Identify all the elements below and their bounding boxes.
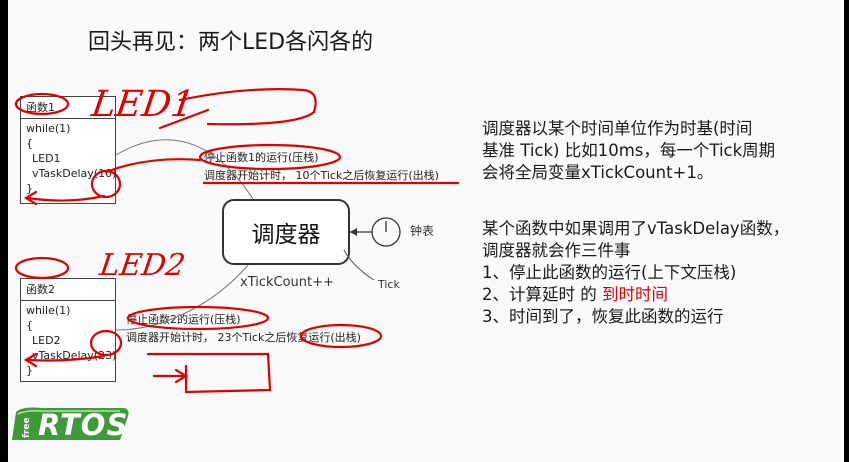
- circle-func2-header: [14, 256, 70, 280]
- slide: 回头再见：两个LED各闪各的 函数1 while(1) { LED1 vTask…: [8, 0, 844, 462]
- arrow-to-func1-note: [104, 158, 202, 174]
- circle-delay-23: [89, 329, 123, 357]
- handwritten-led1-box: [178, 88, 317, 126]
- circle-func1-header: [14, 92, 70, 116]
- clock-arrow-icon: [350, 228, 357, 236]
- connector-func1-scheduler: [115, 139, 254, 200]
- diagram-overlay: [14, 88, 460, 394]
- freertos-logo: free RTOS: [12, 404, 130, 444]
- handwritten-led2-box: [146, 352, 272, 394]
- connector-func2-scheduler: [115, 264, 249, 331]
- tick-pointer-line: [343, 249, 375, 281]
- red-annotations: [14, 88, 460, 394]
- logo-rtos-text: RTOS: [38, 408, 129, 442]
- circle-delay-10: [90, 169, 122, 199]
- logo-free-text: free: [22, 417, 32, 438]
- circle-func2-resume-note: [299, 323, 383, 349]
- arrow-delay23-line: [26, 354, 106, 362]
- circle-func1-stop-note: [198, 143, 342, 171]
- circle-func2-stop-note: [126, 305, 270, 331]
- arrow-delay10-line: [26, 194, 106, 202]
- handwritten-led1-tick: [158, 108, 210, 130]
